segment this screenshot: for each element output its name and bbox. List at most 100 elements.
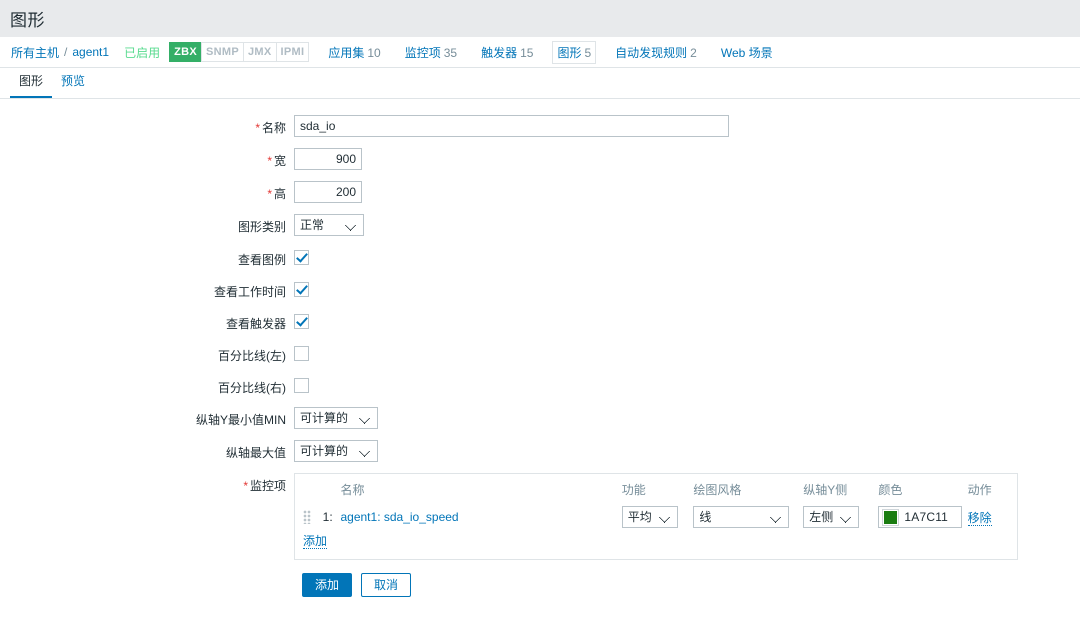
breadcrumb-web-scenarios[interactable]: Web 场景 <box>716 41 778 64</box>
form-row-name: * 名称 <box>0 115 1080 137</box>
breadcrumb-host-agent1[interactable]: agent1 <box>71 45 110 59</box>
form-row-working-time: 查看工作时间 <box>0 279 1080 300</box>
page-header: 图形 <box>0 0 1080 37</box>
cancel-button[interactable]: 取消 <box>361 573 412 597</box>
form-row-percentile-left: 百分比线(左) <box>0 343 1080 364</box>
label-name: * 名称 <box>0 115 294 136</box>
label-y-max: 纵轴最大值 <box>225 446 286 460</box>
add-item-link[interactable]: 添加 <box>303 534 328 549</box>
label-width: * 宽 <box>0 148 294 169</box>
breadcrumb-triggers[interactable]: 触发器 15 <box>476 41 538 64</box>
item-function-select[interactable]: 全部最小值平均最大值 <box>621 506 678 528</box>
item-draw-style-cell: 线填充区域粗体线点虚线梯度线 <box>693 504 803 530</box>
label-show-legend: 查看图例 <box>237 253 286 267</box>
tab-preview[interactable]: 预览 <box>52 72 94 98</box>
label-height-text: 高 <box>273 187 286 201</box>
label-name-text: 名称 <box>261 121 286 135</box>
table-row: 1: agent1: sda_io_speed 全部最小值平均最大值 线填充区域… <box>303 504 1009 530</box>
interface-badge-ipmi: IPMI <box>275 42 310 62</box>
tab-graph[interactable]: 图形 <box>10 72 53 98</box>
breadcrumb-discovery-count: 2 <box>690 45 697 60</box>
label-graph-type: 图形类别 <box>237 220 286 234</box>
item-remove-link[interactable]: 移除 <box>967 510 992 526</box>
height-input[interactable] <box>294 181 362 203</box>
form-row-y-max: 纵轴最大值 可计算的固定的监控项 <box>0 440 1080 462</box>
label-items: * 监控项 <box>0 473 294 494</box>
item-draw-style-select[interactable]: 线填充区域粗体线点虚线梯度线 <box>693 506 790 528</box>
item-name-cell: agent1: sda_io_speed <box>340 504 621 530</box>
name-input[interactable] <box>294 115 729 137</box>
form-row-height: * 高 <box>0 181 1080 203</box>
breadcrumb-items-label: 监控项 <box>404 45 441 60</box>
item-color-value: 1A7C11 <box>904 510 949 524</box>
label-show-triggers: 查看触发器 <box>225 317 286 331</box>
form-row-percentile-right: 百分比线(右) <box>0 375 1080 396</box>
label-width-text: 宽 <box>273 154 286 168</box>
breadcrumb-triggers-count: 15 <box>520 45 534 60</box>
required-marker-items: * <box>243 479 248 493</box>
form-row-y-min: 纵轴Y最小值MIN 可计算的固定的监控项 <box>0 407 1080 429</box>
item-color-cell: 1A7C11 <box>878 504 967 530</box>
form-row-show-legend: 查看图例 <box>0 247 1080 268</box>
graph-type-select[interactable]: 正常堆叠图饼图分解圆饼图 <box>294 214 364 236</box>
breadcrumb-applications-label: 应用集 <box>328 45 365 60</box>
col-function-header: 功能 <box>621 483 646 497</box>
breadcrumb-web-label: Web 场景 <box>720 45 773 60</box>
item-color-field[interactable]: 1A7C11 <box>878 506 963 528</box>
items-add-row: 添加 <box>303 530 1009 551</box>
breadcrumb-graphs[interactable]: 图形 5 <box>552 40 597 64</box>
items-table: 名称 功能 绘图风格 纵轴Y侧 颜色 动作 1: agent1: sda_io_… <box>303 480 1009 551</box>
breadcrumb-discovery-rules[interactable]: 自动发现规则 2 <box>610 41 702 64</box>
item-action-cell: 移除 <box>967 504 1009 530</box>
form-row-graph-type: 图形类别 正常堆叠图饼图分解圆饼图 <box>0 214 1080 236</box>
item-drag-cell <box>303 504 320 530</box>
col-color-header: 颜色 <box>878 483 903 497</box>
show-working-time-checkbox[interactable] <box>294 282 309 297</box>
breadcrumb: 所有主机 / agent1 已启用 ZBX SNMP JMX IPMI 应用集 1… <box>0 37 1080 68</box>
breadcrumb-all-hosts[interactable]: 所有主机 <box>10 44 60 61</box>
breadcrumb-applications[interactable]: 应用集 10 <box>323 41 385 64</box>
required-marker-name: * <box>255 121 260 135</box>
tab-bar: 图形 预览 <box>0 68 1080 99</box>
percentile-right-checkbox[interactable] <box>294 378 309 393</box>
col-name-header: 名称 <box>340 483 365 497</box>
col-draw-style-header: 绘图风格 <box>693 483 742 497</box>
graph-form: *名称 *宽 *高 图形类别 正常堆叠图饼图分解圆饼图 查看图例 <box>0 99 1080 597</box>
interface-badges: ZBX SNMP JMX IPMI <box>169 42 310 62</box>
required-marker-height: * <box>267 187 272 201</box>
y-max-select[interactable]: 可计算的固定的监控项 <box>294 440 378 462</box>
breadcrumb-discovery-label: 自动发现规则 <box>615 45 688 60</box>
form-row-items: * 监控项 名称 功能 绘图风格 纵轴Y侧 颜色 动作 1: agent1: s… <box>0 473 1080 560</box>
item-function-cell: 全部最小值平均最大值 <box>621 504 694 530</box>
col-num-header <box>320 480 341 504</box>
label-height: * 高 <box>0 181 294 202</box>
show-legend-checkbox[interactable] <box>294 250 309 265</box>
label-working-time: 查看工作时间 <box>213 285 286 299</box>
col-handle-header <box>303 480 320 504</box>
show-triggers-checkbox[interactable] <box>294 314 309 329</box>
item-y-side-select[interactable]: 左侧右侧 <box>803 506 860 528</box>
item-index: 1: <box>322 510 333 524</box>
label-percentile-left: 百分比线(左) <box>218 349 286 363</box>
label-percentile-right: 百分比线(右) <box>218 381 286 395</box>
form-row-show-triggers: 查看触发器 <box>0 311 1080 332</box>
items-table-header-row: 名称 功能 绘图风格 纵轴Y侧 颜色 动作 <box>303 480 1009 504</box>
color-swatch-icon[interactable] <box>882 508 900 526</box>
interface-badge-snmp: SNMP <box>200 42 244 62</box>
col-y-side-header: 纵轴Y侧 <box>803 483 848 497</box>
drag-handle-icon[interactable] <box>303 510 311 525</box>
label-y-min: 纵轴Y最小值MIN <box>195 413 286 427</box>
required-marker-width: * <box>267 154 272 168</box>
col-action-header: 动作 <box>967 483 992 497</box>
percentile-left-checkbox[interactable] <box>294 346 309 361</box>
breadcrumb-separator: / <box>64 45 68 59</box>
submit-button[interactable]: 添加 <box>302 573 353 597</box>
breadcrumb-items[interactable]: 监控项 35 <box>400 41 462 64</box>
y-min-select[interactable]: 可计算的固定的监控项 <box>294 407 378 429</box>
interface-badge-jmx: JMX <box>242 42 277 62</box>
item-name-link[interactable]: agent1: sda_io_speed <box>340 510 458 524</box>
breadcrumb-graphs-label: 图形 <box>557 45 582 60</box>
width-input[interactable] <box>294 148 362 170</box>
breadcrumb-applications-count: 10 <box>367 45 381 60</box>
breadcrumb-items-count: 35 <box>443 45 458 60</box>
